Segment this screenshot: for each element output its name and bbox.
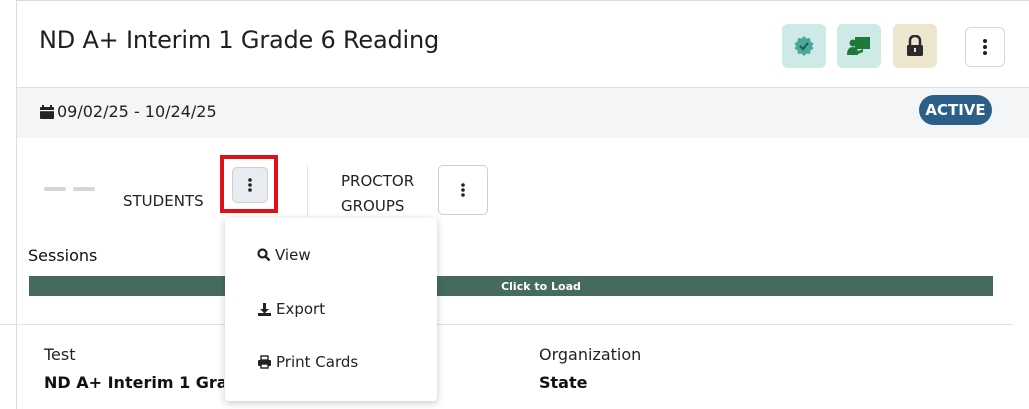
date-range-text: 09/02/25 - 10/24/25 xyxy=(57,102,217,121)
page-title: ND A+ Interim 1 Grade 6 Reading xyxy=(39,26,440,54)
calendar-icon xyxy=(39,104,55,120)
proctor-groups-label-line1: PROCTOR xyxy=(341,172,415,190)
proctor-groups-options-button[interactable] xyxy=(438,165,488,215)
stat-divider xyxy=(307,165,308,217)
sessions-load-button[interactable]: Click to Load xyxy=(29,276,993,296)
card-header: ND A+ Interim 1 Grade 6 Reading xyxy=(17,1,1029,87)
date-range: 09/02/25 - 10/24/25 xyxy=(39,102,217,121)
proctor-groups-label-line2: GROUPS xyxy=(341,197,405,215)
menu-item-view-label: View xyxy=(275,246,311,264)
more-vertical-icon xyxy=(460,182,466,198)
students-count-placeholder xyxy=(73,187,95,191)
menu-item-print-cards-label: Print Cards xyxy=(276,353,359,371)
lock-icon xyxy=(906,35,924,57)
menu-item-view[interactable]: View xyxy=(257,246,311,264)
sessions-label: Sessions xyxy=(28,246,98,265)
more-vertical-icon xyxy=(982,38,988,56)
sessions-load-label: Click to Load xyxy=(501,279,581,293)
test-label: Test xyxy=(44,345,76,364)
menu-item-export[interactable]: Export xyxy=(257,300,325,318)
proctor-groups-label: PROCTOR GROUPS xyxy=(341,169,414,219)
lock-button[interactable] xyxy=(893,24,937,68)
organization-value: State xyxy=(539,373,588,392)
date-bar: 09/02/25 - 10/24/25 xyxy=(17,87,1029,138)
menu-item-export-label: Export xyxy=(276,300,326,318)
verified-button[interactable] xyxy=(782,24,826,68)
highlight-box xyxy=(220,155,278,213)
verified-badge-icon xyxy=(793,35,815,57)
status-badge: ACTIVE xyxy=(919,95,992,125)
section-divider xyxy=(0,324,1013,325)
menu-item-print-cards[interactable]: Print Cards xyxy=(257,353,358,371)
search-icon xyxy=(257,248,271,262)
organization-label: Organization xyxy=(539,345,642,364)
students-options-menu: View Export Print Cards xyxy=(225,218,437,401)
proctor-icon xyxy=(846,35,872,57)
students-count-placeholder xyxy=(44,187,66,191)
test-value: ND A+ Interim 1 Gra xyxy=(44,373,224,392)
download-icon xyxy=(257,302,272,317)
students-label: STUDENTS xyxy=(123,192,204,210)
more-options-button[interactable] xyxy=(965,27,1005,67)
print-icon xyxy=(257,355,272,369)
proctor-button[interactable] xyxy=(837,24,881,68)
